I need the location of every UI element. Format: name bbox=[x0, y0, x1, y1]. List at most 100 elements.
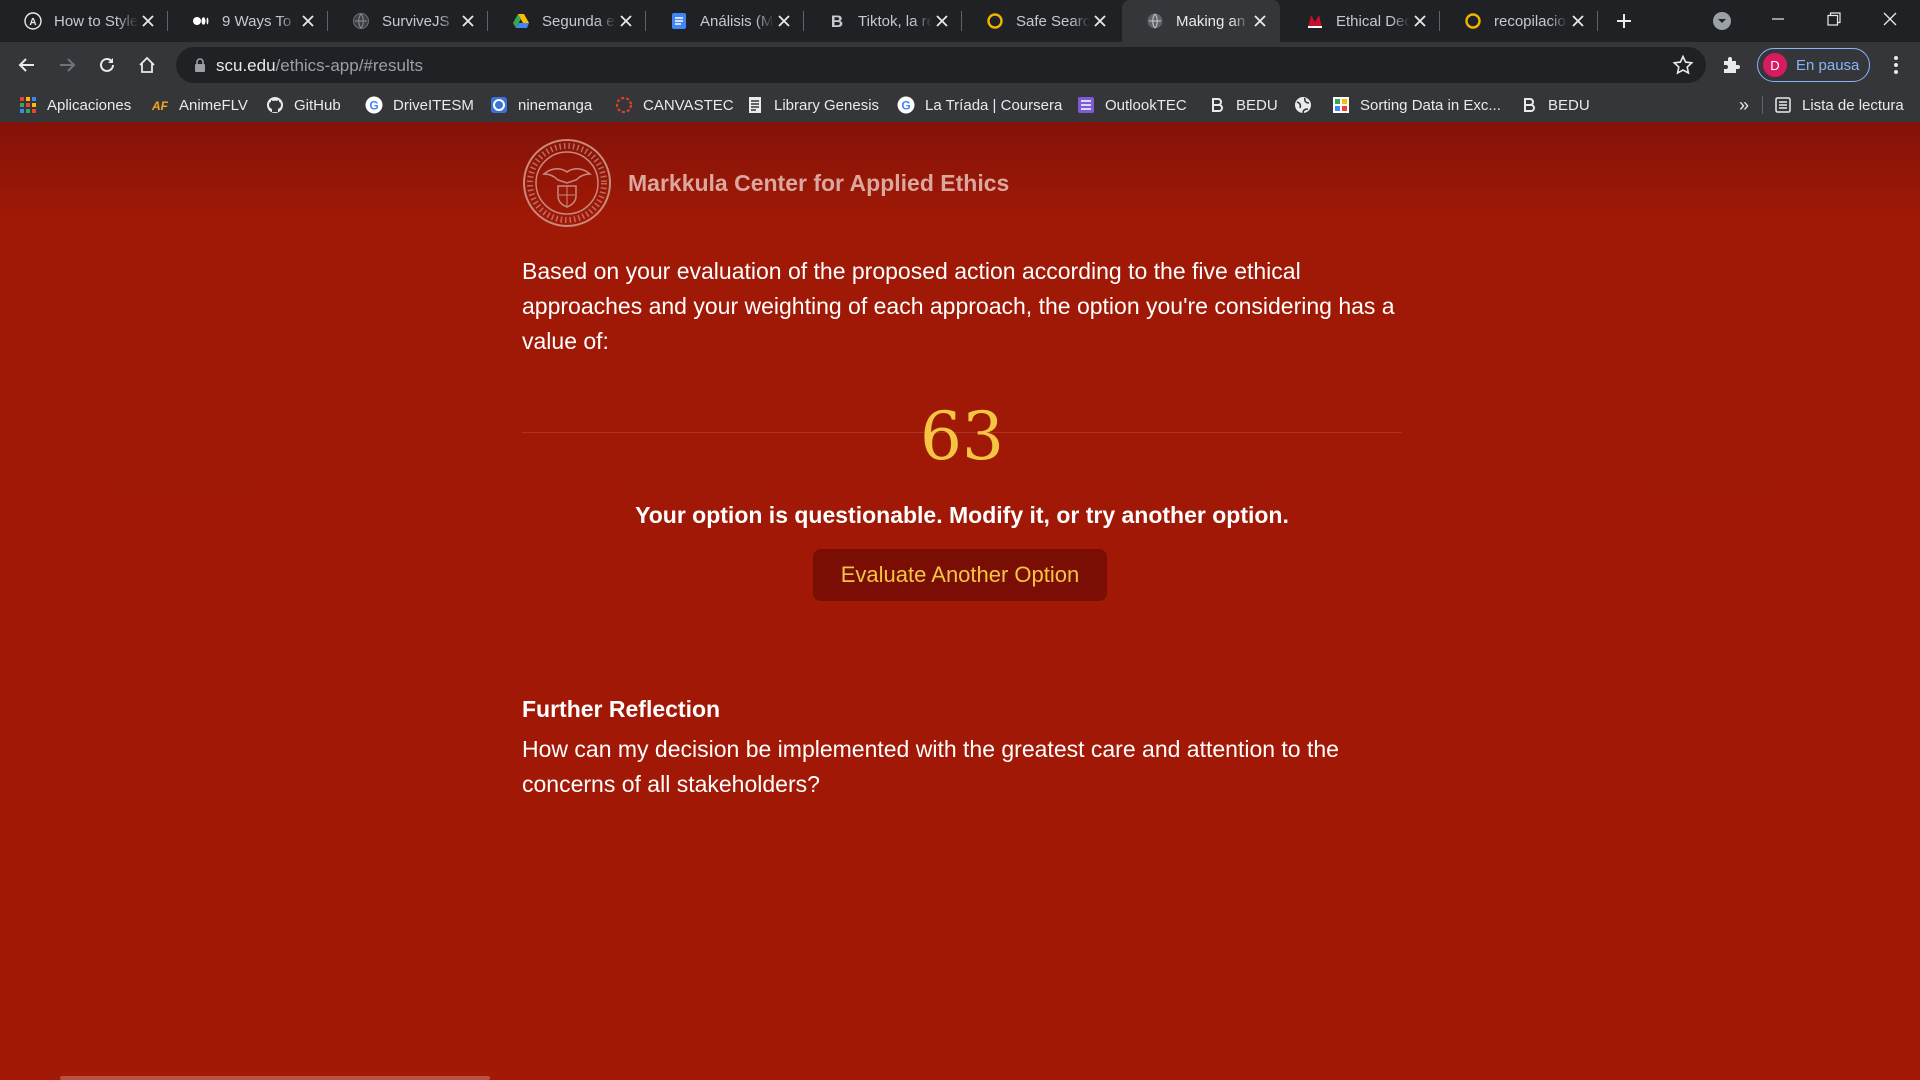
tab[interactable]: SurviveJS bbox=[328, 0, 488, 42]
tab[interactable]: B Tiktok, la re bbox=[804, 0, 962, 42]
more-bookmarks-chevron-icon[interactable]: » bbox=[1732, 93, 1756, 117]
evaluate-another-option-button[interactable]: Evaluate Another Option bbox=[813, 549, 1107, 601]
svg-text:G: G bbox=[369, 99, 378, 113]
tab[interactable]: Ethical Deci bbox=[1282, 0, 1440, 42]
bookmark-animeflv[interactable]: AF AnimeFLV bbox=[151, 88, 248, 122]
extensions-puzzle-icon[interactable] bbox=[1720, 53, 1744, 77]
bookmark-sorting-data[interactable]: Sorting Data in Exc... bbox=[1332, 88, 1501, 122]
bookmark-label: Sorting Data in Exc... bbox=[1360, 96, 1501, 114]
url-text[interactable]: scu.edu/ethics-app/#results bbox=[216, 56, 423, 76]
close-tab-icon[interactable] bbox=[932, 11, 952, 31]
github-icon bbox=[266, 96, 284, 114]
further-reflection-text: How can my decision be implemented with … bbox=[522, 736, 1339, 797]
canvas-icon bbox=[615, 96, 633, 114]
svg-text:G: G bbox=[901, 99, 910, 113]
further-reflection-heading: Further Reflection bbox=[522, 696, 721, 722]
bookmark-label: DriveITESM bbox=[393, 96, 474, 114]
drive-icon bbox=[512, 12, 530, 30]
apps-grid-icon bbox=[19, 96, 37, 114]
reload-icon[interactable] bbox=[91, 49, 123, 81]
tab-search-icon[interactable] bbox=[1710, 9, 1734, 33]
horizontal-scrollbar[interactable] bbox=[60, 1076, 490, 1080]
bookmark-label: GitHub bbox=[294, 96, 341, 114]
bookmark-label: ninemanga bbox=[518, 96, 593, 114]
globe-icon bbox=[1294, 96, 1312, 114]
close-tab-icon[interactable] bbox=[1250, 11, 1270, 31]
new-tab-plus-icon[interactable] bbox=[1612, 9, 1636, 33]
bookmark-label: La Tríada | Coursera bbox=[925, 96, 1063, 114]
docs-icon bbox=[670, 12, 688, 30]
tab[interactable]: recopilacion bbox=[1440, 0, 1598, 42]
svg-text:A: A bbox=[29, 17, 36, 28]
bookmark-globe[interactable] bbox=[1294, 88, 1322, 122]
svg-text:B: B bbox=[831, 12, 843, 30]
tab-title: 9 Ways To Im bbox=[222, 12, 298, 30]
bookmark-label: BEDU bbox=[1548, 96, 1590, 114]
bookmark-canvastec[interactable]: CANVASTEC bbox=[615, 88, 734, 122]
close-tab-icon[interactable] bbox=[458, 11, 478, 31]
bookmark-label: AnimeFLV bbox=[179, 96, 248, 114]
home-icon[interactable] bbox=[131, 49, 163, 81]
bookmark-la-triada-coursera[interactable]: G La Tríada | Coursera bbox=[897, 88, 1062, 122]
tab[interactable]: Segunda en bbox=[488, 0, 646, 42]
verdict-message: Your option is questionable. Modify it, … bbox=[635, 502, 1289, 528]
kebab-menu-icon[interactable] bbox=[1884, 53, 1908, 77]
close-tab-icon[interactable] bbox=[1568, 11, 1588, 31]
ninemanga-icon bbox=[490, 96, 508, 114]
bookmark-aplicaciones[interactable]: Aplicaciones bbox=[19, 88, 131, 122]
bookmark-driveitesm[interactable]: G DriveITESM bbox=[365, 88, 474, 122]
profile-button[interactable]: D En pausa bbox=[1757, 48, 1870, 82]
restore-icon[interactable] bbox=[1806, 0, 1862, 38]
tab-active[interactable]: Making an E bbox=[1122, 0, 1280, 42]
bookmark-star-icon[interactable] bbox=[1672, 54, 1694, 76]
close-tab-icon[interactable] bbox=[298, 11, 318, 31]
letter-b-icon: B bbox=[828, 12, 846, 30]
google-icon: G bbox=[897, 96, 915, 114]
reading-list-label: Lista de lectura bbox=[1802, 96, 1904, 114]
bookmark-label: CANVASTEC bbox=[643, 96, 734, 114]
ring-icon bbox=[986, 12, 1004, 30]
close-tab-icon[interactable] bbox=[616, 11, 636, 31]
tab-title: Making an E bbox=[1176, 12, 1250, 30]
result-intro: Based on your evaluation of the proposed… bbox=[522, 258, 1395, 354]
bookmark-library-genesis[interactable]: Library Genesis bbox=[746, 88, 879, 122]
close-tab-icon[interactable] bbox=[1410, 11, 1430, 31]
url-domain: scu.edu bbox=[216, 56, 276, 75]
tab-separator bbox=[1597, 11, 1598, 31]
tab[interactable]: Análisis (Ma bbox=[646, 0, 804, 42]
bookmark-outlooktec[interactable]: OutlookTEC bbox=[1077, 88, 1187, 122]
avatar: D bbox=[1763, 53, 1787, 77]
tab[interactable]: A How to Style bbox=[0, 0, 168, 42]
close-tab-icon[interactable] bbox=[774, 11, 794, 31]
site-title[interactable]: Markkula Center for Applied Ethics bbox=[628, 170, 1009, 197]
bookmark-bedu[interactable]: BEDU bbox=[1208, 88, 1278, 122]
bookmark-github[interactable]: GitHub bbox=[266, 88, 341, 122]
google-icon: G bbox=[365, 96, 383, 114]
bookmark-label: Aplicaciones bbox=[47, 96, 132, 114]
close-tab-icon[interactable] bbox=[1090, 11, 1110, 31]
globe-icon bbox=[352, 12, 370, 30]
tab-strip: A How to Style 9 Ways To Im SurviveJS Se… bbox=[0, 0, 1920, 42]
minimize-icon[interactable] bbox=[1750, 0, 1806, 38]
tab[interactable]: Safe Search bbox=[962, 0, 1120, 42]
close-tab-icon[interactable] bbox=[138, 11, 158, 31]
reading-list-icon bbox=[1774, 96, 1792, 114]
bookmark-bedu[interactable]: BEDU bbox=[1520, 88, 1590, 122]
close-window-icon[interactable] bbox=[1862, 0, 1918, 38]
url-path: /ethics-app/#results bbox=[275, 56, 423, 75]
tab[interactable]: 9 Ways To Im bbox=[168, 0, 328, 42]
address-bar[interactable]: scu.edu/ethics-app/#results bbox=[176, 47, 1706, 83]
tab-title: Ethical Deci bbox=[1336, 12, 1410, 30]
tab-title: How to Style bbox=[54, 12, 138, 30]
bookmarks-bar: Aplicaciones AF AnimeFLV GitHub G DriveI… bbox=[0, 88, 1920, 122]
reading-list-button[interactable]: Lista de lectura bbox=[1774, 88, 1904, 122]
tab-title: Safe Search bbox=[1016, 12, 1090, 30]
forward-arrow-icon[interactable] bbox=[51, 49, 83, 81]
site-header: Markkula Center for Applied Ethics bbox=[522, 138, 1009, 228]
lock-icon[interactable] bbox=[192, 57, 208, 73]
back-arrow-icon[interactable] bbox=[11, 49, 43, 81]
sheet-icon bbox=[1332, 96, 1350, 114]
tab-title: Análisis (Ma bbox=[700, 12, 774, 30]
score-value: 63 bbox=[920, 398, 1004, 475]
bookmark-ninemanga[interactable]: ninemanga bbox=[490, 88, 592, 122]
